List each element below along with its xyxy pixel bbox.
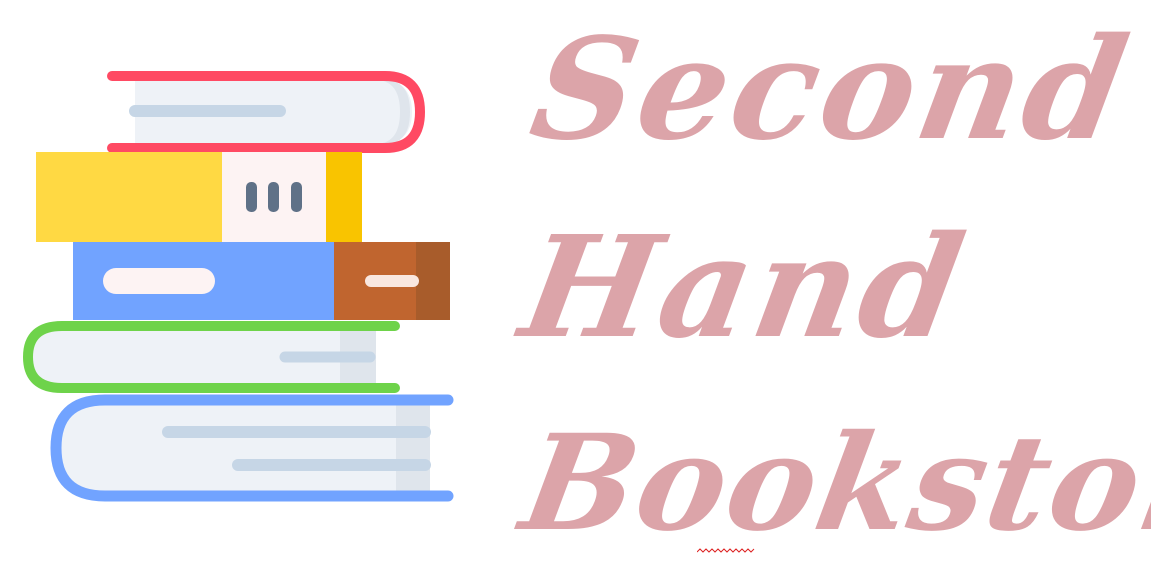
blue-book — [73, 242, 337, 320]
yellow-book — [36, 152, 362, 242]
title-line-bookstore: Bookstore — [511, 406, 1151, 561]
store-title: Second Hand Bookstore — [510, 0, 1151, 582]
spellcheck-underline — [697, 548, 755, 553]
logo-canvas: Second Hand Bookstore — [0, 0, 1151, 582]
title-line-second: Second — [520, 8, 1142, 172]
brown-book — [334, 242, 450, 320]
red-book — [107, 71, 426, 153]
book-stack-icon — [22, 71, 454, 502]
bottom-blue-book — [50, 394, 454, 502]
title-line-hand: Hand — [510, 206, 979, 370]
green-book — [22, 321, 400, 393]
